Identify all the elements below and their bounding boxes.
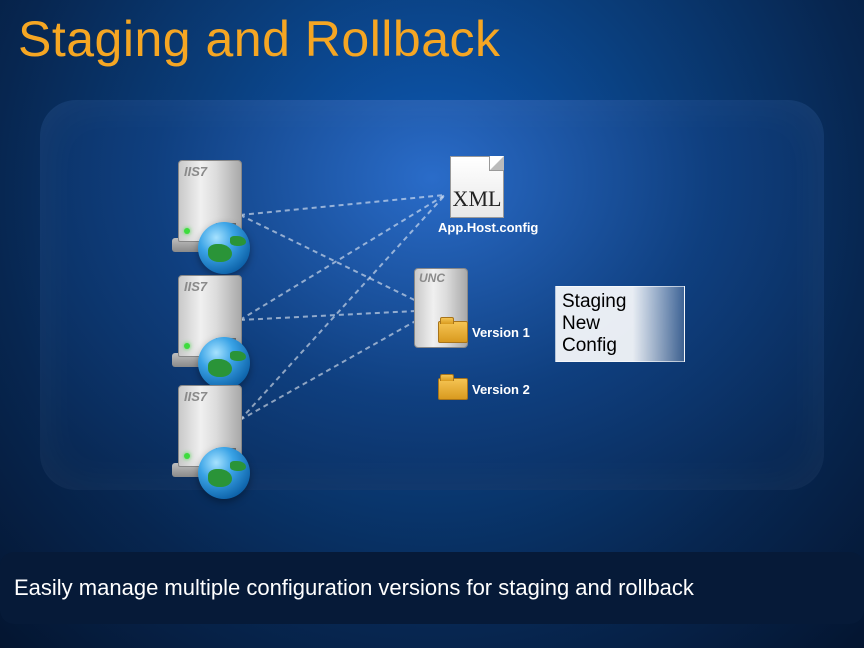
folder-icon bbox=[438, 378, 468, 400]
footer-bar: Easily manage multiple configuration ver… bbox=[0, 552, 864, 624]
xml-config-file: XML App.Host.config bbox=[438, 156, 516, 236]
iis-server-1-label: IIS7 bbox=[184, 164, 207, 179]
globe-icon-1 bbox=[198, 222, 250, 274]
folder-version-2: Version 2 bbox=[438, 375, 546, 403]
xml-caption: App.Host.config bbox=[438, 220, 516, 235]
unc-server-label: UNC bbox=[419, 271, 445, 285]
diagram-panel: IIS7 IIS7 IIS7 XML App.Host.config UNC V… bbox=[40, 100, 824, 490]
staging-callout: StagingNewConfig bbox=[555, 286, 685, 362]
footer-text: Easily manage multiple configuration ver… bbox=[14, 575, 694, 601]
iis-server-3-label: IIS7 bbox=[184, 389, 207, 404]
folder-version-1-label: Version 1 bbox=[472, 325, 530, 340]
globe-icon-3 bbox=[198, 447, 250, 499]
slide-title: Staging and Rollback bbox=[18, 10, 501, 68]
globe-icon-2 bbox=[198, 337, 250, 389]
xml-badge: XML bbox=[453, 186, 502, 212]
iis-server-2-label: IIS7 bbox=[184, 279, 207, 294]
folder-icon bbox=[438, 321, 468, 343]
folder-version-1: Version 1 bbox=[438, 318, 546, 346]
folder-version-2-label: Version 2 bbox=[472, 382, 530, 397]
